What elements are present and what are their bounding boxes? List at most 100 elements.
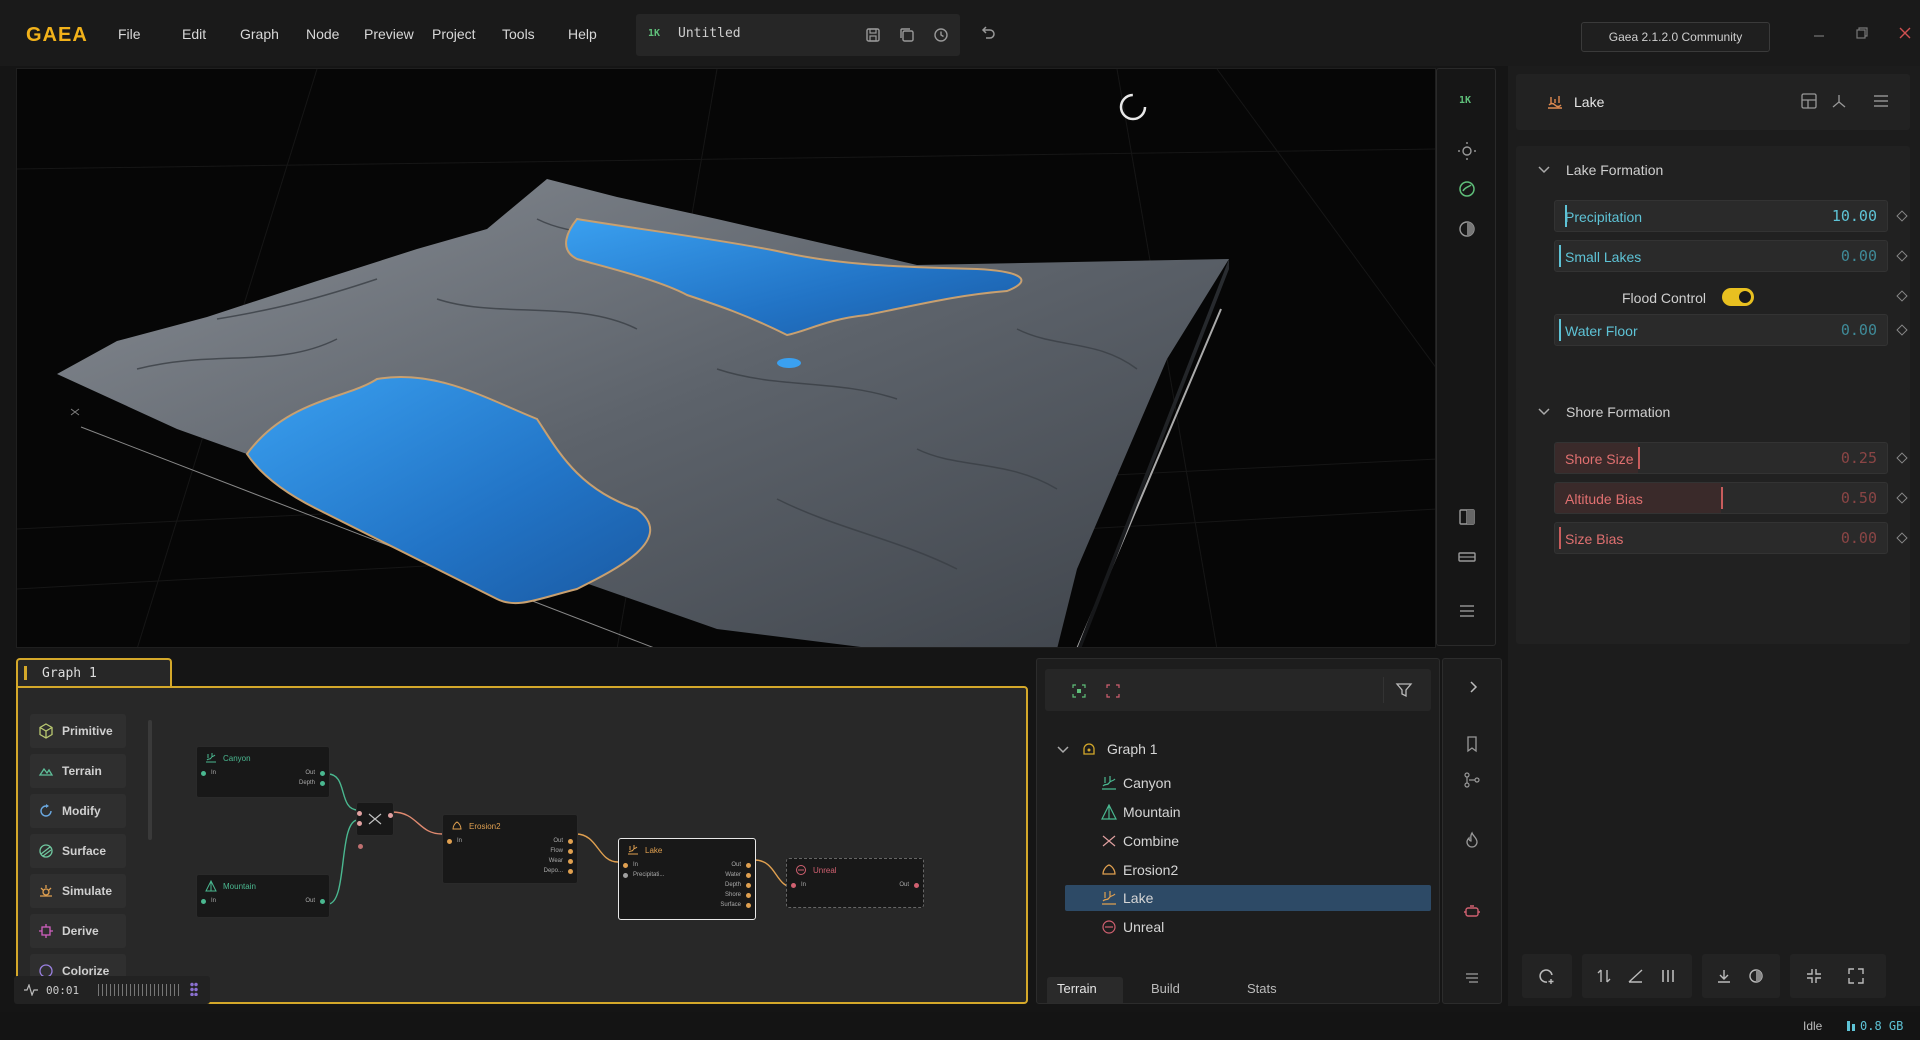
undo-icon[interactable] bbox=[978, 24, 998, 44]
chevron-down-icon[interactable] bbox=[1538, 408, 1550, 416]
axes-icon[interactable] bbox=[1830, 92, 1848, 110]
chevron-down-icon[interactable] bbox=[1538, 166, 1550, 174]
collapse-icon[interactable] bbox=[1804, 966, 1824, 986]
render-mode-icon[interactable] bbox=[1457, 179, 1477, 199]
param-label: Small Lakes bbox=[1565, 249, 1642, 265]
node-canyon[interactable]: Canyon In Out Depth bbox=[196, 746, 330, 798]
keyframe-icon[interactable] bbox=[1896, 210, 1908, 222]
menu-edit[interactable]: Edit bbox=[182, 26, 206, 42]
tree-item-lake[interactable]: Lake bbox=[1123, 890, 1153, 906]
node-unreal[interactable]: Unreal In Out bbox=[786, 858, 924, 908]
hierarchy-icon[interactable] bbox=[1463, 771, 1481, 789]
tab-graph-1[interactable]: Graph 1 bbox=[16, 658, 172, 688]
add-node-icon[interactable] bbox=[1537, 966, 1557, 986]
tool-group bbox=[1582, 954, 1692, 998]
sun-icon[interactable] bbox=[1457, 141, 1477, 161]
keyframe-icon[interactable] bbox=[1896, 492, 1908, 504]
ruler-icon[interactable] bbox=[1457, 547, 1477, 567]
flip-icon[interactable] bbox=[1594, 966, 1614, 986]
small-lakes-slider[interactable]: Small Lakes 0.00 bbox=[1554, 240, 1888, 272]
node-lake[interactable]: Lake In Precipitati... Out Water Depth S… bbox=[618, 838, 756, 920]
chevron-down-icon[interactable] bbox=[1057, 745, 1069, 755]
flame-icon[interactable] bbox=[1463, 831, 1481, 849]
node-mountain[interactable]: Mountain In Out bbox=[196, 874, 330, 918]
menu-node[interactable]: Node bbox=[306, 26, 339, 42]
list-icon[interactable] bbox=[1463, 969, 1481, 987]
tree-item-combine[interactable]: Combine bbox=[1123, 833, 1179, 849]
tool-group bbox=[1522, 954, 1572, 998]
menu-tools[interactable]: Tools bbox=[502, 26, 535, 42]
altitude-bias-slider[interactable]: Altitude Bias 0.50 bbox=[1554, 482, 1888, 514]
node-erosion2[interactable]: Erosion2 In Out Flow Wear Depo... bbox=[442, 814, 578, 884]
flood-control-toggle[interactable] bbox=[1722, 288, 1754, 306]
panel-menu-icon[interactable] bbox=[1872, 92, 1890, 110]
section-title[interactable]: Shore Formation bbox=[1566, 404, 1670, 420]
tab-marker bbox=[24, 666, 27, 680]
select-icon[interactable] bbox=[1071, 683, 1087, 699]
fullscreen-icon[interactable] bbox=[1846, 966, 1866, 986]
viewport-resolution-badge[interactable]: 1K bbox=[1459, 95, 1471, 106]
precipitation-slider[interactable]: Precipitation 10.00 bbox=[1554, 200, 1888, 232]
graph-editor[interactable]: Primitive Terrain Modify Surface Simulat… bbox=[16, 686, 1028, 1004]
history-icon[interactable] bbox=[932, 26, 950, 44]
keyframe-icon[interactable] bbox=[1896, 532, 1908, 544]
tab-terrain[interactable]: Terrain bbox=[1057, 981, 1097, 996]
node-title: Lake bbox=[1574, 94, 1605, 110]
menu-preview[interactable]: Preview bbox=[364, 26, 414, 42]
menu-help[interactable]: Help bbox=[568, 26, 597, 42]
keyframe-icon[interactable] bbox=[1896, 290, 1908, 302]
menu-file[interactable]: File bbox=[118, 26, 141, 42]
tree-toolbar bbox=[1045, 669, 1431, 711]
tree-item-canyon[interactable]: Canyon bbox=[1123, 775, 1171, 791]
split-view-icon[interactable] bbox=[1457, 507, 1477, 527]
columns-icon[interactable] bbox=[1658, 966, 1678, 986]
engine-icon[interactable] bbox=[1463, 903, 1481, 921]
section-title[interactable]: Lake Formation bbox=[1566, 162, 1663, 178]
tree-item-mountain[interactable]: Mountain bbox=[1123, 804, 1181, 820]
deselect-icon[interactable] bbox=[1105, 683, 1121, 699]
slope-icon[interactable] bbox=[1626, 966, 1646, 986]
status-bar: Idle 0.8 GB bbox=[0, 1012, 1920, 1040]
size-bias-slider[interactable]: Size Bias 0.00 bbox=[1554, 522, 1888, 554]
menu-lines-icon[interactable] bbox=[1457, 601, 1477, 621]
material-icon[interactable] bbox=[1457, 219, 1477, 239]
version-badge[interactable]: Gaea 2.1.2.0 Community bbox=[1581, 22, 1770, 52]
save-as-icon[interactable] bbox=[898, 26, 916, 44]
bookmark-icon[interactable] bbox=[1463, 735, 1481, 753]
shore-size-slider[interactable]: Shore Size 0.25 bbox=[1554, 442, 1888, 474]
maximize-icon[interactable] bbox=[1855, 26, 1869, 40]
layout-icon[interactable] bbox=[1800, 92, 1818, 110]
tree-item-unreal[interactable]: Unreal bbox=[1123, 919, 1164, 935]
keyframe-icon[interactable] bbox=[1896, 452, 1908, 464]
tree-root[interactable]: Graph 1 bbox=[1107, 741, 1158, 757]
chevron-right-icon[interactable] bbox=[1465, 679, 1481, 695]
keyframe-icon[interactable] bbox=[1896, 324, 1908, 336]
3d-viewport[interactable] bbox=[16, 68, 1436, 648]
save-icon[interactable] bbox=[864, 26, 882, 44]
param-label: Shore Size bbox=[1565, 451, 1634, 467]
side-toolbar bbox=[1442, 658, 1502, 1004]
port-label: In bbox=[633, 862, 639, 868]
drag-handle-icon[interactable] bbox=[190, 982, 198, 996]
filter-icon[interactable] bbox=[1395, 681, 1413, 699]
mountain-icon bbox=[205, 880, 217, 892]
minimize-icon[interactable] bbox=[1812, 26, 1826, 40]
tab-stats[interactable]: Stats bbox=[1247, 981, 1277, 996]
title-bar: GAEA File Edit Graph Node Preview Projec… bbox=[0, 0, 1920, 66]
close-icon[interactable] bbox=[1898, 26, 1912, 40]
contrast-icon[interactable] bbox=[1746, 966, 1766, 986]
memory-usage: 0.8 GB bbox=[1860, 1019, 1904, 1033]
resolution-badge: 1K bbox=[648, 28, 661, 39]
tab-build[interactable]: Build bbox=[1151, 981, 1180, 996]
download-icon[interactable] bbox=[1714, 966, 1734, 986]
tree-item-erosion2[interactable]: Erosion2 bbox=[1123, 862, 1178, 878]
tool-group bbox=[1702, 954, 1780, 998]
node-combine[interactable] bbox=[356, 802, 394, 836]
combine-icon bbox=[368, 813, 382, 825]
mask-port[interactable] bbox=[358, 844, 363, 849]
keyframe-icon[interactable] bbox=[1896, 250, 1908, 262]
file-name[interactable]: Untitled bbox=[678, 26, 741, 41]
menu-project[interactable]: Project bbox=[432, 26, 476, 42]
water-floor-slider[interactable]: Water Floor 0.00 bbox=[1554, 314, 1888, 346]
menu-graph[interactable]: Graph bbox=[240, 26, 279, 42]
